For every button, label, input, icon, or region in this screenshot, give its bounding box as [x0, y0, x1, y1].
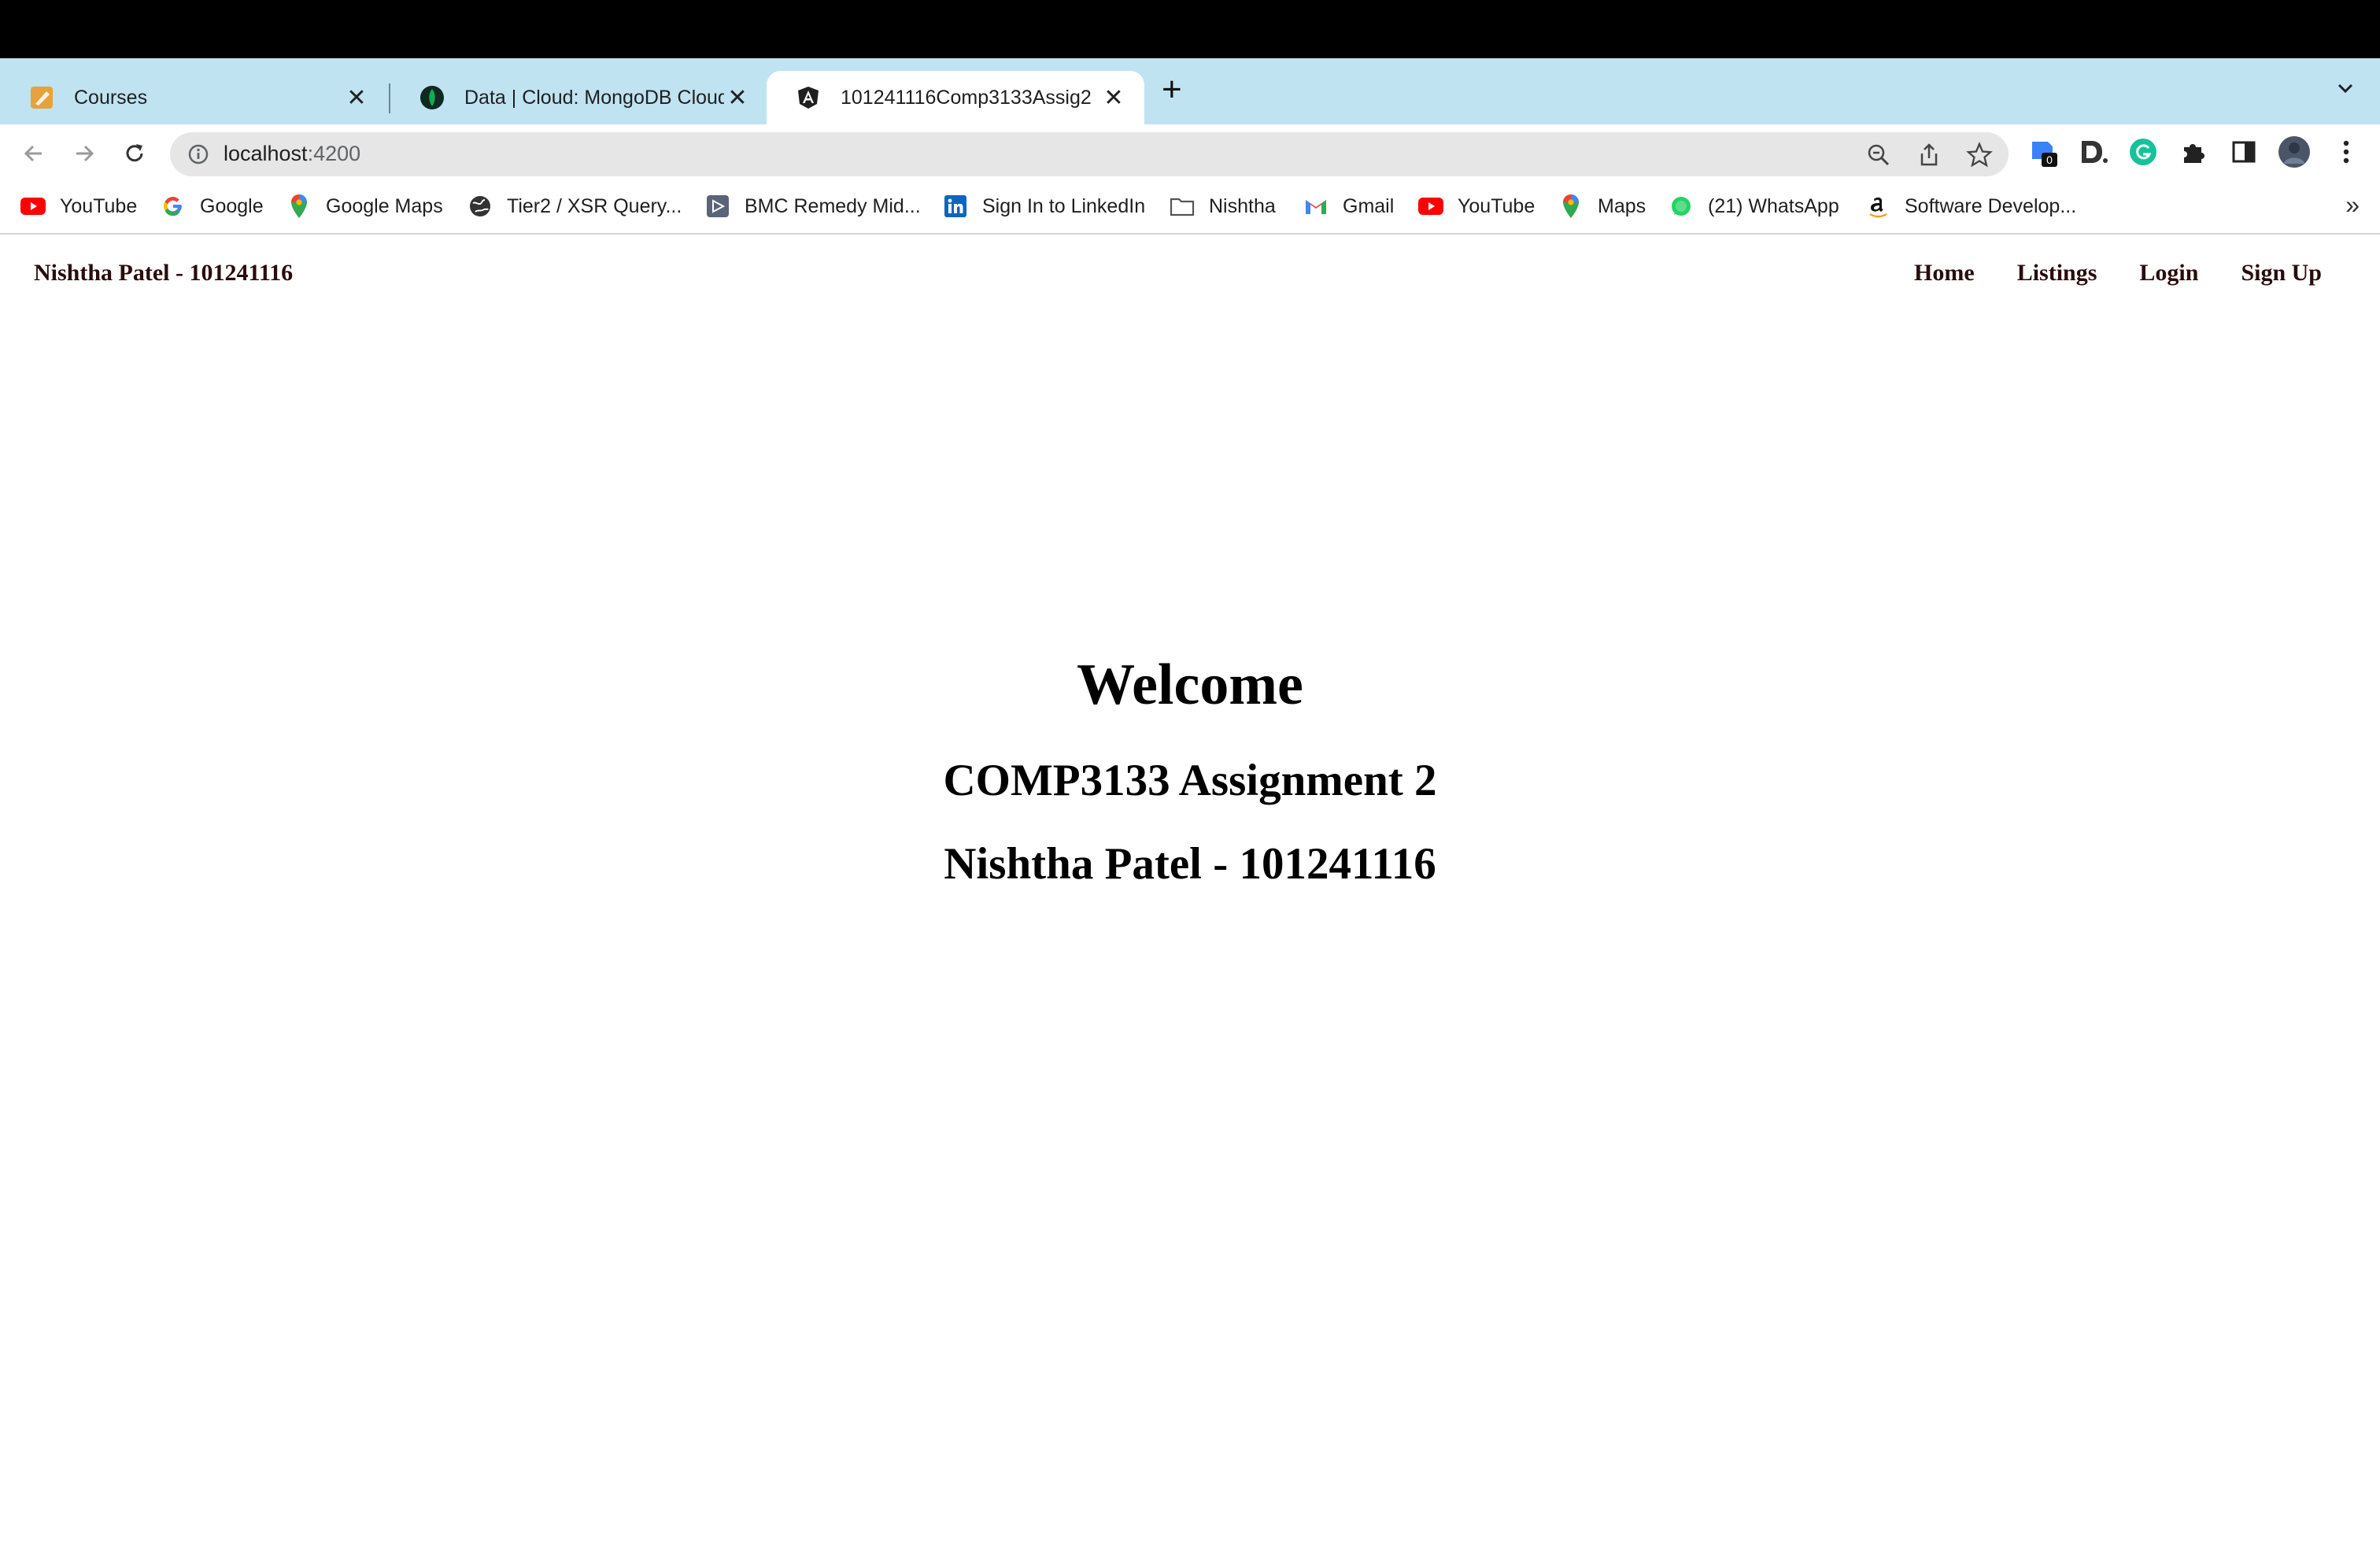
bookmark-label: Nishtha	[1209, 194, 1276, 217]
youtube-icon	[20, 194, 46, 219]
kebab-menu-icon[interactable]	[2330, 135, 2363, 168]
forward-arrow-icon[interactable]	[69, 139, 99, 168]
bookmark-label: Google Maps	[326, 194, 443, 217]
bookmark-label: (21) WhatsApp	[1708, 194, 1839, 217]
tab-courses[interactable]: Courses ✕	[0, 71, 387, 124]
bookmarks-bar: YouTube Google Google Maps Tier2 / XSR Q…	[0, 181, 2380, 235]
tab-title: 101241116Comp3133Assig2	[841, 86, 1092, 109]
youtube-icon	[1418, 194, 1443, 219]
bookmark-label: YouTube	[1458, 194, 1536, 217]
puzzle-icon[interactable]	[2177, 135, 2210, 168]
bookmark-star-icon[interactable]	[1966, 142, 1993, 168]
extension-counter-icon[interactable]: 0	[2026, 135, 2059, 168]
url-host: localhost	[224, 142, 308, 165]
web-page: Nishtha Patel - 101241116 Home Listings …	[0, 235, 2380, 1546]
angular-icon	[795, 84, 822, 111]
url-text: localhost:4200	[224, 142, 360, 166]
reload-icon[interactable]	[120, 139, 150, 168]
browser-toolbar: localhost:4200 0	[0, 124, 2380, 181]
bookmark-label: Gmail	[1343, 194, 1395, 217]
maps-pin-icon	[1558, 194, 1584, 219]
bookmark-tier2-xsr[interactable]: Tier2 / XSR Query...	[468, 192, 682, 220]
url-port: :4200	[307, 142, 361, 165]
bookmark-whatsapp[interactable]: (21) WhatsApp	[1669, 192, 1839, 220]
globe-icon	[468, 194, 493, 219]
assignment-title: COMP3133 Assignment 2	[943, 756, 1437, 805]
author-name: Nishtha Patel - 101241116	[944, 839, 1436, 889]
welcome-heading: Welcome	[1077, 653, 1303, 717]
bookmark-label: Software Develop...	[1905, 194, 2077, 217]
bookmark-youtube[interactable]: YouTube	[20, 192, 137, 220]
mongodb-leaf-icon	[419, 84, 445, 111]
grammarly-icon[interactable]	[2127, 135, 2160, 168]
navbar-brand[interactable]: Nishtha Patel - 101241116	[34, 260, 293, 287]
back-arrow-icon[interactable]	[19, 139, 49, 168]
bookmark-label: Tier2 / XSR Query...	[507, 194, 682, 217]
gmail-icon	[1303, 194, 1329, 219]
bookmark-folder-nishtha[interactable]: Nishtha	[1170, 192, 1276, 220]
bookmark-google[interactable]: Google	[161, 192, 264, 220]
d-extension-icon[interactable]	[2076, 135, 2109, 168]
tab-angular-app[interactable]: 101241116Comp3133Assig2 ✕	[767, 71, 1144, 124]
bookmark-google-maps[interactable]: Google Maps	[286, 192, 443, 220]
bookmark-maps[interactable]: Maps	[1558, 192, 1646, 220]
bookmarks-overflow-button[interactable]: »	[2345, 190, 2360, 220]
notebook-icon	[28, 84, 55, 111]
info-icon[interactable]	[187, 143, 209, 165]
bookmark-label: YouTube	[60, 194, 138, 217]
bookmark-label: BMC Remedy Mid...	[745, 194, 921, 217]
linkedin-icon	[943, 194, 968, 219]
bookmark-gmail[interactable]: Gmail	[1303, 192, 1394, 220]
bookmark-linkedin[interactable]: Sign In to LinkedIn	[943, 192, 1145, 220]
maps-pin-icon	[286, 194, 312, 219]
chevron-down-icon[interactable]	[2334, 77, 2356, 99]
bookmark-label: Google	[200, 194, 264, 217]
bookmark-bmc-remedy[interactable]: BMC Remedy Mid...	[705, 192, 921, 220]
nav-link-signup[interactable]: Sign Up	[2241, 260, 2322, 287]
nav-link-home[interactable]: Home	[1914, 260, 1975, 287]
bmc-icon	[705, 194, 730, 219]
bookmark-software-develop[interactable]: Software Develop...	[1865, 192, 2076, 220]
share-icon[interactable]	[1916, 142, 1942, 168]
whatsapp-icon	[1669, 194, 1694, 219]
bookmark-youtube-2[interactable]: YouTube	[1418, 192, 1535, 220]
system-menu-bar	[0, 0, 2380, 58]
extension-badge: 0	[2046, 153, 2053, 166]
close-icon[interactable]: ✕	[724, 84, 751, 112]
close-icon[interactable]: ✕	[1100, 84, 1127, 112]
side-panel-icon[interactable]	[2227, 135, 2260, 168]
bookmark-label: Sign In to LinkedIn	[982, 194, 1146, 217]
amazon-icon	[1865, 194, 1890, 219]
nav-link-login[interactable]: Login	[2139, 260, 2198, 287]
bookmark-label: Maps	[1598, 194, 1646, 217]
zoom-icon[interactable]	[1865, 142, 1892, 168]
google-icon	[161, 194, 186, 219]
close-icon[interactable]: ✕	[343, 84, 370, 112]
navbar-links: Home Listings Login Sign Up	[1914, 260, 2322, 287]
tab-mongodb[interactable]: Data | Cloud: MongoDB Cloud ✕	[390, 71, 768, 124]
tab-strip: Courses ✕ Data | Cloud: MongoDB Cloud ✕ …	[0, 58, 2380, 124]
new-tab-button[interactable]: +	[1162, 72, 1182, 107]
profile-avatar[interactable]	[2278, 135, 2311, 168]
nav-link-listings[interactable]: Listings	[2017, 260, 2097, 287]
tab-title: Courses	[74, 86, 148, 109]
address-bar[interactable]: localhost:4200	[170, 132, 2009, 176]
tab-title: Data | Cloud: MongoDB Cloud	[464, 86, 724, 109]
folder-icon	[1170, 194, 1195, 219]
